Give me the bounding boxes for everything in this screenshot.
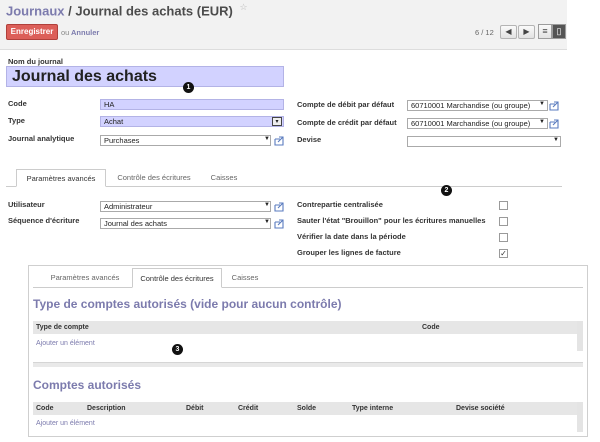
breadcrumb-separator: / bbox=[68, 3, 72, 19]
currency-label: Devise bbox=[297, 135, 322, 144]
type-select[interactable]: Achat bbox=[100, 116, 284, 127]
chevron-down-icon[interactable]: ▼ bbox=[264, 136, 270, 142]
breadcrumb-current: Journal des achats (EUR) bbox=[75, 3, 233, 19]
chevron-down-icon[interactable]: ▾ bbox=[272, 117, 282, 126]
tab-advanced-settings[interactable]: Paramètres avancés bbox=[39, 268, 131, 288]
chevron-down-icon[interactable]: ▼ bbox=[264, 219, 270, 225]
chevron-down-icon[interactable]: ▼ bbox=[264, 202, 270, 208]
section-divider bbox=[33, 362, 583, 367]
sequence-label: Séquence d'écriture bbox=[8, 216, 80, 225]
external-link-icon[interactable] bbox=[549, 101, 559, 111]
breadcrumb-parent-link[interactable]: Journaux bbox=[6, 3, 65, 18]
currency-select[interactable] bbox=[407, 136, 561, 147]
account-types-table-header bbox=[33, 321, 583, 334]
list-view-icon: ≡ bbox=[542, 26, 548, 36]
sequence-select[interactable]: Journal des achats bbox=[100, 218, 271, 229]
callout-marker-2: 2 bbox=[441, 185, 452, 196]
external-link-icon[interactable] bbox=[274, 202, 284, 212]
check-date-period-checkbox[interactable] bbox=[499, 233, 508, 242]
tab-entry-controls[interactable]: Contrôle des écritures bbox=[132, 268, 222, 288]
pager-next-button[interactable]: ▶ bbox=[518, 25, 535, 39]
column-header-credit[interactable]: Crédit bbox=[238, 405, 258, 412]
debit-account-select[interactable]: 60710001 Marchandise (ou groupe) bbox=[407, 100, 548, 111]
checkbox-label: Grouper les lignes de facture bbox=[297, 248, 401, 257]
column-header-company-currency[interactable]: Devise société bbox=[456, 405, 505, 412]
column-header-debit[interactable]: Débit bbox=[186, 405, 204, 412]
journal-name-label: Nom du journal bbox=[8, 57, 63, 66]
panel-tabs: Paramètres avancés Contrôle des écriture… bbox=[33, 268, 583, 288]
chevron-down-icon[interactable]: ▼ bbox=[539, 119, 545, 125]
tab-entry-controls[interactable]: Contrôle des écritures bbox=[110, 169, 198, 187]
column-header-account-type[interactable]: Type de compte bbox=[36, 324, 89, 331]
save-button[interactable]: Enregistrer bbox=[6, 24, 58, 40]
credit-account-label: Compte de crédit par défaut bbox=[297, 118, 397, 127]
cancel-link[interactable]: Annuler bbox=[71, 28, 99, 37]
allowed-accounts-title: Comptes autorisés bbox=[33, 378, 142, 392]
checkbox-label: Sauter l'état "Brouillon" pour les écrit… bbox=[297, 216, 486, 225]
callout-marker-1: 1 bbox=[183, 82, 194, 93]
credit-account-value: 60710001 Marchandise (ou groupe) bbox=[411, 119, 531, 128]
column-header-internal-type[interactable]: Type interne bbox=[352, 405, 393, 412]
centralized-counterpart-checkbox[interactable] bbox=[499, 201, 508, 210]
user-value: Administrateur bbox=[104, 202, 153, 211]
column-header-code[interactable]: Code bbox=[36, 405, 54, 412]
callout-marker-3: 3 bbox=[172, 344, 183, 355]
form-view-icon: ▯ bbox=[556, 26, 562, 36]
tab-cash-registers[interactable]: Caisses bbox=[202, 169, 246, 187]
code-input[interactable]: HA bbox=[100, 99, 284, 110]
type-value: Achat bbox=[104, 117, 124, 126]
checkbox-label: Contrepartie centralisée bbox=[297, 200, 383, 209]
column-header-description[interactable]: Description bbox=[87, 405, 126, 412]
or-text: ou bbox=[61, 28, 70, 37]
user-select[interactable]: Administrateur bbox=[100, 201, 271, 212]
column-header-code[interactable]: Code bbox=[422, 324, 440, 331]
chevron-down-icon[interactable]: ▼ bbox=[539, 101, 545, 107]
star-icon[interactable]: ☆ bbox=[240, 2, 248, 12]
type-label: Type bbox=[8, 116, 25, 125]
sequence-value: Journal des achats bbox=[104, 219, 167, 228]
journal-name-value: Journal des achats bbox=[12, 68, 157, 85]
pager-previous-button[interactable]: ◀ bbox=[500, 25, 517, 39]
scrollbar[interactable] bbox=[577, 321, 583, 351]
breadcrumb: Journaux / Journal des achats (EUR) ☆ bbox=[6, 2, 248, 18]
tab-cash-registers[interactable]: Caisses bbox=[223, 268, 267, 288]
code-label: Code bbox=[8, 99, 27, 108]
debit-account-value: 60710001 Marchandise (ou groupe) bbox=[411, 101, 531, 110]
external-link-icon[interactable] bbox=[549, 119, 559, 129]
debit-account-label: Compte de débit par défaut bbox=[297, 100, 395, 109]
analytic-journal-label: Journal analytique bbox=[8, 134, 75, 143]
arrow-left-icon: ◀ bbox=[505, 27, 512, 36]
add-allowed-account-link[interactable]: Ajouter un élément bbox=[36, 420, 95, 427]
tab-advanced-settings[interactable]: Paramètres avancés bbox=[16, 169, 106, 187]
chevron-down-icon[interactable]: ▼ bbox=[553, 137, 559, 143]
pager-counter: 6 / 12 bbox=[475, 28, 494, 37]
user-label: Utilisateur bbox=[8, 200, 45, 209]
scrollbar[interactable] bbox=[577, 402, 583, 432]
account-types-title: Type de comptes autorisés (vide pour auc… bbox=[33, 297, 342, 311]
notebook-tabs: Paramètres avancés Contrôle des écriture… bbox=[6, 169, 562, 187]
group-invoice-lines-checkbox[interactable]: ✓ bbox=[499, 249, 508, 258]
skip-draft-checkbox[interactable] bbox=[499, 217, 508, 226]
external-link-icon[interactable] bbox=[274, 219, 284, 229]
external-link-icon[interactable] bbox=[274, 136, 284, 146]
form-view-button[interactable]: ▯ bbox=[552, 24, 566, 39]
analytic-journal-value: Purchases bbox=[104, 136, 140, 145]
list-view-button[interactable]: ≡ bbox=[538, 24, 552, 39]
arrow-right-icon: ▶ bbox=[523, 27, 530, 36]
column-header-balance[interactable]: Solde bbox=[297, 405, 316, 412]
credit-account-select[interactable]: 60710001 Marchandise (ou groupe) bbox=[407, 118, 548, 129]
analytic-journal-select[interactable]: Purchases bbox=[100, 135, 271, 146]
add-account-type-link[interactable]: Ajouter un élément bbox=[36, 340, 95, 347]
checkbox-label: Vérifier la date dans la période bbox=[297, 232, 406, 241]
